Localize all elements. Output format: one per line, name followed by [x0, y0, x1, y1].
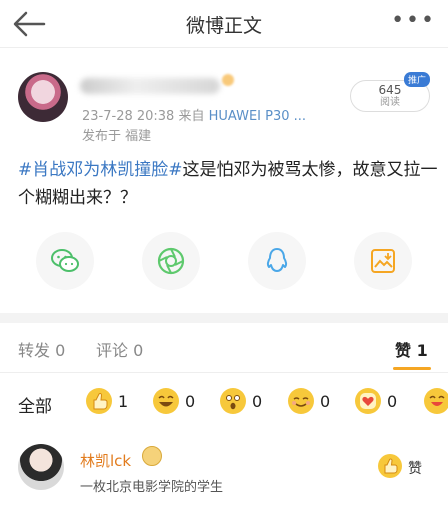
reaction-filter-all[interactable]: 全部	[18, 392, 52, 417]
reaction-filter-more[interactable]	[424, 388, 448, 418]
top-bar: 微博正文 •••	[0, 0, 448, 48]
tab-comment[interactable]: 评论 0	[96, 337, 143, 361]
post-source-label: 来自	[178, 109, 205, 124]
read-label: 阅读	[380, 97, 400, 108]
avatar[interactable]	[18, 72, 68, 122]
reaction-filter-laugh[interactable]: 0	[153, 388, 203, 418]
member-badge-icon	[222, 74, 234, 86]
save-image-icon	[371, 249, 395, 273]
reaction-count: 0	[387, 392, 398, 411]
thumbs-up-icon	[378, 454, 402, 478]
tab-like[interactable]: 赞 1	[395, 337, 428, 361]
wechat-icon	[51, 249, 79, 272]
fan-badge-icon	[142, 446, 162, 466]
smile-emoji-icon	[288, 388, 314, 414]
heart-emoji-icon	[355, 388, 381, 414]
like-label: 赞	[408, 461, 422, 477]
topic-link[interactable]: #肖战邓为林凯撞脸#	[18, 160, 183, 180]
share-qq-button[interactable]	[248, 232, 306, 290]
post-meta: 23-7-28 20:38 来自 HUAWEI P30 ...	[82, 105, 306, 124]
liker-name[interactable]: 林凯lck	[80, 450, 131, 471]
surprised-emoji-icon	[220, 388, 246, 414]
qq-icon	[266, 248, 288, 272]
post-date: 23-7-28 20:38	[82, 109, 175, 124]
reaction-filter-thumbs-up[interactable]: 1	[86, 388, 136, 418]
thumbs-up-emoji-icon	[86, 388, 112, 414]
section-divider	[0, 313, 448, 323]
author-block: 23-7-28 20:38 来自 HUAWEI P30 ... 发布于 福建 6…	[0, 62, 448, 152]
reaction-filter-smile[interactable]: 0	[288, 388, 338, 418]
liker-bio: 一枚北京电影学院的学生	[80, 480, 224, 495]
post-device[interactable]: HUAWEI P30 ...	[209, 109, 306, 124]
active-tab-indicator	[393, 367, 431, 370]
share-bar	[0, 232, 448, 296]
avatar[interactable]	[18, 444, 64, 490]
post-location: 发布于 福建	[82, 129, 152, 144]
partial-emoji-icon	[424, 388, 448, 414]
post-text: #肖战邓为林凯撞脸#这是怕邓为被骂太惨，故意又拉一个糊糊出来？？	[18, 156, 438, 212]
save-image-button[interactable]	[354, 232, 412, 290]
promo-tag[interactable]: 推广	[404, 72, 431, 87]
blurred-username[interactable]	[80, 78, 220, 94]
tab-repost[interactable]: 转发 0	[18, 337, 65, 361]
share-moments-button[interactable]	[142, 232, 200, 290]
moments-icon	[157, 247, 185, 275]
laugh-emoji-icon	[153, 388, 179, 414]
reaction-filter-heart[interactable]: 0	[355, 388, 405, 418]
more-icon[interactable]: •••	[391, 8, 436, 33]
liker-row[interactable]: 林凯lck 一枚北京电影学院的学生 赞	[0, 432, 448, 509]
like-button[interactable]: 赞	[378, 454, 430, 480]
reaction-count: 0	[252, 392, 263, 411]
reaction-count: 0	[185, 392, 196, 411]
reaction-filter-surprised[interactable]: 0	[220, 388, 270, 418]
reaction-count: 0	[320, 392, 331, 411]
reaction-count: 1	[118, 392, 129, 411]
interaction-tabs: 转发 0 评论 0 赞 1	[0, 323, 448, 373]
page-title: 微博正文	[185, 15, 262, 37]
reaction-filter-bar: 全部 1 0 0 0 0	[0, 380, 448, 424]
share-wechat-button[interactable]	[36, 232, 94, 290]
